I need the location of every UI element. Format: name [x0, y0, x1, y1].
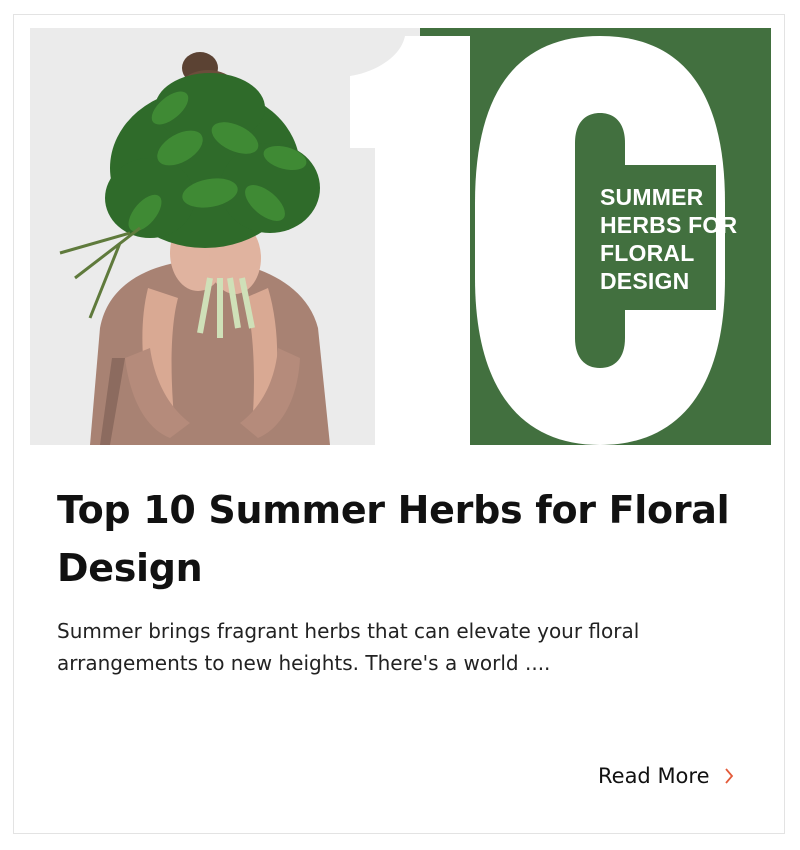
- post-title[interactable]: Top 10 Summer Herbs for Floral Design: [57, 481, 737, 597]
- blog-post-card: SUMMER HERBS FOR FLORAL DESIGN Top 10 Su…: [13, 14, 785, 834]
- post-excerpt: Summer brings fragrant herbs that can el…: [57, 619, 640, 675]
- read-more-link[interactable]: Read More: [598, 764, 734, 788]
- image-badge: SUMMER HERBS FOR FLORAL DESIGN: [575, 165, 737, 310]
- read-more-label: Read More: [598, 764, 710, 788]
- post-hero-image[interactable]: SUMMER HERBS FOR FLORAL DESIGN: [30, 28, 771, 445]
- badge-text: SUMMER HERBS FOR FLORAL DESIGN: [600, 184, 738, 294]
- chevron-right-icon: [724, 768, 733, 784]
